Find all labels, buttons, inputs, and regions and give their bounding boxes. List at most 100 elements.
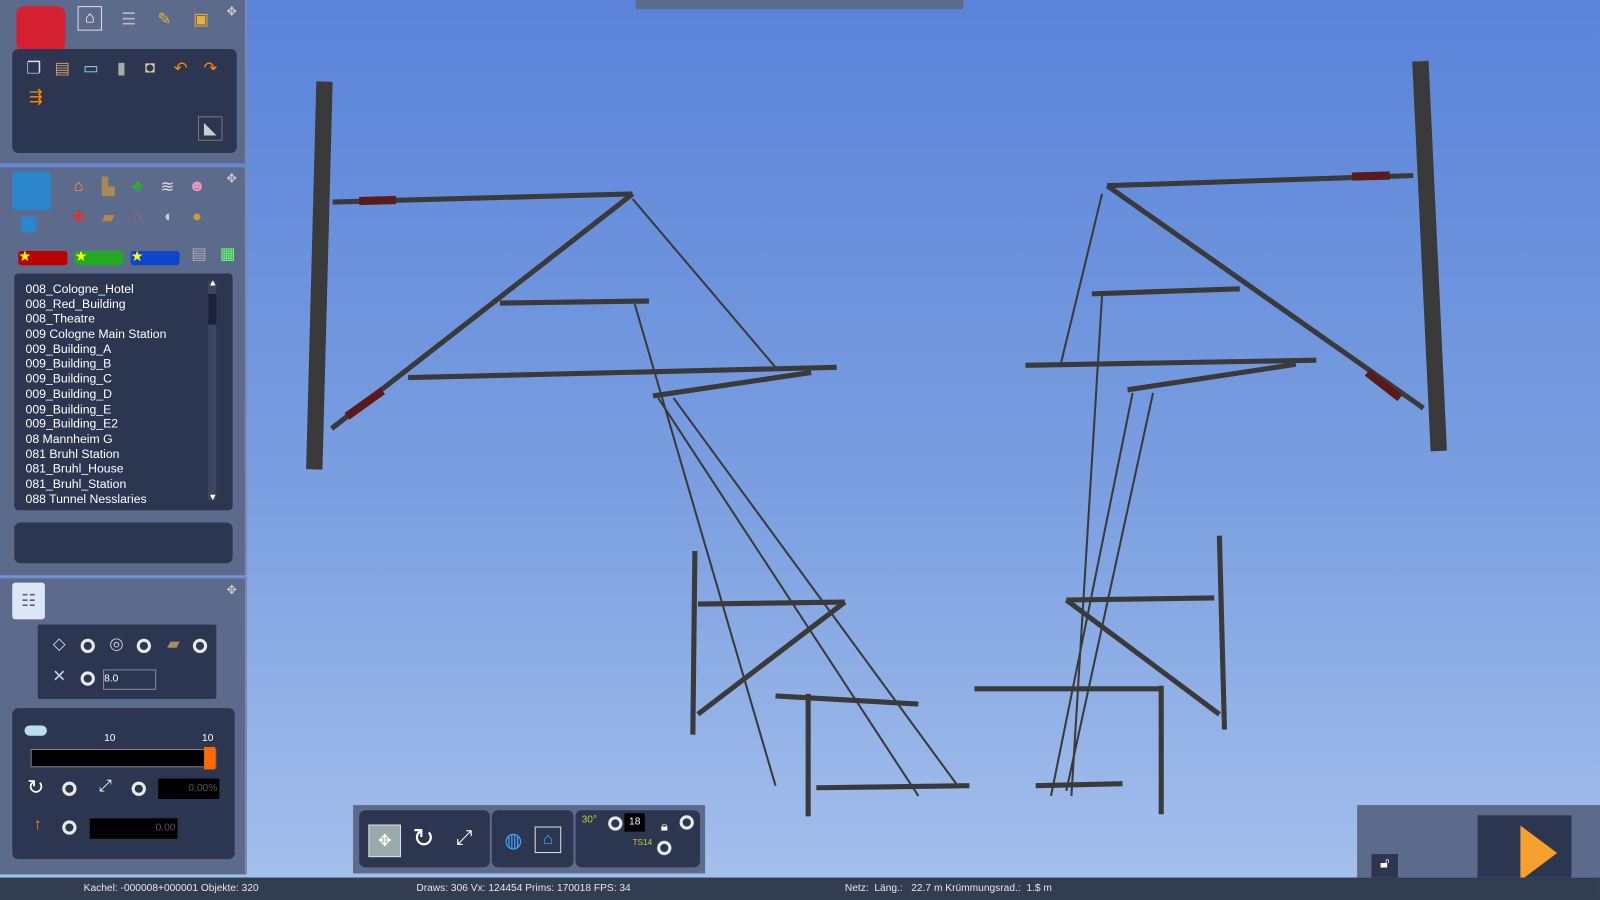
measure-icon[interactable]: ◘ xyxy=(139,57,161,79)
snap-options: ◇ ◎ ▰ ✕ 8.0 xyxy=(37,624,217,699)
list-item[interactable]: 009_Building_B xyxy=(14,357,232,372)
grid-group: 30° 18 🔒︎ TS14 xyxy=(575,810,700,868)
home-icon[interactable]: ⌂ xyxy=(77,6,103,31)
grid-view-icon[interactable]: ▦ xyxy=(216,243,238,265)
pin-icon[interactable]: ✥ xyxy=(226,583,236,597)
elevation-auto-icon[interactable]: ↑ xyxy=(27,814,49,836)
objects-cube-icon[interactable] xyxy=(12,171,52,211)
favorites-green-button[interactable]: ★ xyxy=(74,248,124,266)
list-item[interactable]: 009_Building_E2 xyxy=(14,417,232,432)
list-item[interactable]: 081_Bruhl_Station xyxy=(14,476,232,491)
list-view-icon[interactable]: ▤ xyxy=(188,243,210,265)
paint-brush-icon[interactable]: ✎ xyxy=(153,8,175,30)
category-house-icon[interactable]: ⌂ xyxy=(67,176,89,198)
play-icon xyxy=(1520,825,1558,881)
paste-icon[interactable]: ▤ xyxy=(51,57,73,79)
scroll-up-arrow[interactable]: ▲ xyxy=(208,278,217,288)
grid-value-field[interactable]: 18 xyxy=(624,813,645,832)
redo-icon[interactable]: ↷ xyxy=(199,57,221,79)
lock-icon[interactable]: 🔒︎ xyxy=(653,815,675,837)
unlock-button[interactable]: 🔓︎ xyxy=(1371,854,1398,878)
pin-icon[interactable]: ✥ xyxy=(226,171,236,185)
elevation-auto-radio[interactable] xyxy=(62,820,77,835)
rotate-auto-icon[interactable]: ↻ xyxy=(24,776,46,798)
elevation-value-field[interactable]: 0.00 xyxy=(89,818,178,839)
list-item[interactable]: 009_Building_C xyxy=(14,372,232,387)
object-snap-icon: ◎ xyxy=(109,635,124,654)
scrollbar[interactable] xyxy=(208,281,217,500)
slider-thumb[interactable] xyxy=(204,746,216,770)
category-signal-icon[interactable]: ✚ xyxy=(67,206,89,228)
scroll-thumb[interactable] xyxy=(208,293,217,325)
category-person-icon[interactable]: ☻ xyxy=(186,176,208,198)
move-icon[interactable]: ✥ xyxy=(368,824,402,858)
list-item[interactable]: 081 Bruhl Station xyxy=(14,446,232,461)
object-snap-radio[interactable] xyxy=(136,638,152,654)
properties-document-icon[interactable]: ☷ xyxy=(12,582,45,620)
view-group: ◍ ⌂ xyxy=(491,810,574,868)
track-icon[interactable]: ☰ xyxy=(117,8,139,30)
scale-auto-icon[interactable]: ⤢ xyxy=(94,776,116,798)
category-factory-icon[interactable]: ▙ xyxy=(97,176,119,198)
slider-min-label: 10 xyxy=(104,732,116,744)
rotate-icon[interactable]: ↻ xyxy=(412,822,434,853)
list-item[interactable]: 009_Building_A xyxy=(14,342,232,357)
lock-radio[interactable] xyxy=(679,815,694,830)
list-item[interactable]: 009 Cologne Main Station xyxy=(14,327,232,342)
camera-toolbar: ✥ ↻ ⤢ ◍ ⌂ 30° 18 🔒︎ TS14 xyxy=(353,805,706,874)
ts-radio[interactable] xyxy=(657,840,672,856)
monitor-icon[interactable]: ▭ xyxy=(80,57,102,79)
category-bench-icon[interactable]: ▰ xyxy=(97,206,119,228)
category-bridge-icon[interactable]: ∩ xyxy=(127,206,149,228)
height-input[interactable]: 8.0 xyxy=(103,669,157,690)
catenary-masts xyxy=(306,60,1447,817)
small-cube-icon[interactable] xyxy=(20,216,37,233)
object-list[interactable]: 008_Cologne_Hotel 008_Red_Building 008_The… xyxy=(14,273,233,511)
scale-auto-radio[interactable] xyxy=(131,781,146,796)
list-item[interactable]: 009_Building_D xyxy=(14,387,232,402)
category-speaker-icon[interactable]: ◖ xyxy=(156,206,178,228)
status-bar: Kachel: -000008+000001 Objekte: 320 Draw… xyxy=(0,877,1600,900)
category-sack-icon[interactable]: ● xyxy=(186,206,208,228)
density-slider[interactable] xyxy=(30,746,217,770)
list-item[interactable]: 08 Mannheim G xyxy=(14,432,232,447)
transform-options: 10 10 ↻ ⤢ 0.00% ↑ 0.00 xyxy=(12,708,235,860)
grid-snap-radio[interactable] xyxy=(80,671,95,686)
category-tree-icon[interactable]: ♣ xyxy=(127,176,149,198)
list-item[interactable]: 081_Bruhl_House xyxy=(14,461,232,476)
list-item[interactable]: 008_Red_Building xyxy=(14,297,232,312)
category-rock-icon[interactable]: ≋ xyxy=(156,176,178,198)
play-button[interactable] xyxy=(1477,815,1572,881)
list-item[interactable]: 008_Theatre xyxy=(14,312,232,327)
surface-snap-radio[interactable] xyxy=(192,638,208,654)
favorites-blue-button[interactable]: ★ xyxy=(130,248,180,266)
slider-max-label: 10 xyxy=(202,732,214,744)
home-view-icon[interactable]: ⌂ xyxy=(534,826,562,854)
ts-label: TS14 xyxy=(632,837,653,847)
scale-value-field[interactable]: 0.00% xyxy=(158,778,220,799)
copy-icon[interactable]: ❐ xyxy=(22,57,44,79)
pin-icon[interactable]: ✥ xyxy=(226,4,236,18)
undo-icon[interactable]: ↶ xyxy=(169,57,191,79)
camera-group: ✥ ↻ ⤢ xyxy=(359,810,490,868)
eraser-icon[interactable]: ⇶ xyxy=(24,86,46,108)
globe-icon[interactable]: ◍ xyxy=(502,829,524,851)
rotate-auto-radio[interactable] xyxy=(62,781,77,796)
plane-snap-icon: ◇ xyxy=(52,635,66,654)
plane-snap-radio[interactable] xyxy=(80,638,95,654)
train-icon[interactable]: ▣ xyxy=(190,8,212,30)
trash-icon[interactable]: ▮ xyxy=(110,57,132,79)
toolbox-icon[interactable] xyxy=(16,6,66,52)
toggle-icon[interactable] xyxy=(24,725,47,736)
scroll-down-arrow[interactable]: ▼ xyxy=(208,492,217,502)
surface-snap-icon: ▰ xyxy=(167,635,180,654)
scale-icon[interactable]: ⤢ xyxy=(453,826,475,849)
list-item[interactable]: 009_Building_E xyxy=(14,402,232,417)
favorites-red-button[interactable]: ★ xyxy=(18,248,68,266)
list-item[interactable]: 008_Cologne_Hotel xyxy=(14,282,232,297)
angle-snap-radio[interactable] xyxy=(608,816,623,831)
spotlight-icon[interactable]: ◣ xyxy=(197,116,223,141)
top-center-bar xyxy=(635,0,964,10)
list-item[interactable]: 088 Tunnel Nesslaries xyxy=(14,491,232,506)
track-info: Netz: Läng.: 22.7 m Krümmungsrad.: 1.$ m xyxy=(844,882,1052,894)
